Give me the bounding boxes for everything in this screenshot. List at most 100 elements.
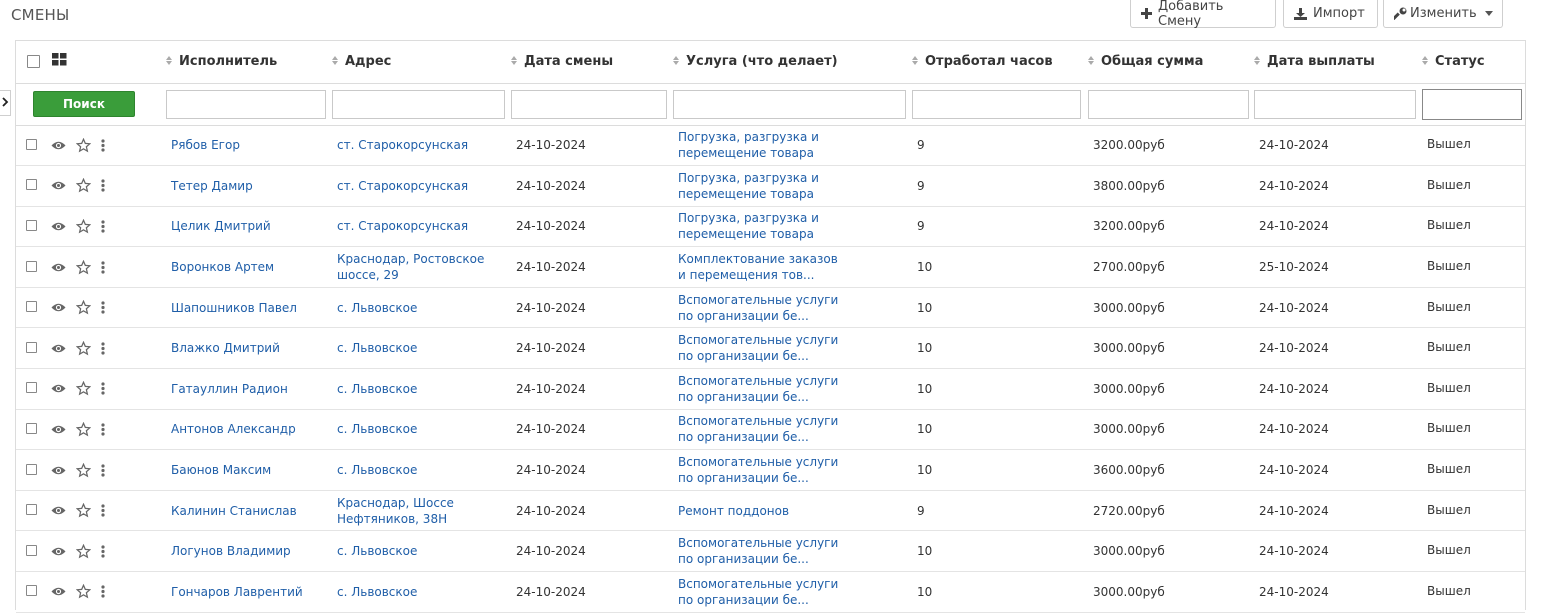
more-vertical-icon[interactable]: [100, 381, 106, 397]
worker-link[interactable]: Рябов Егор: [171, 137, 332, 153]
service-link[interactable]: Вспомогательные услуги по организации бе…: [678, 535, 842, 567]
sidebar-toggle-button[interactable]: [0, 90, 11, 116]
worker-link[interactable]: Тетер Дамир: [171, 178, 332, 194]
filter-worker-input[interactable]: [166, 89, 326, 119]
grid-view-icon[interactable]: [52, 53, 67, 70]
address-link[interactable]: с. Львовское: [337, 584, 489, 600]
star-icon[interactable]: [75, 421, 91, 437]
eye-icon[interactable]: [50, 178, 66, 194]
row-checkbox[interactable]: [26, 504, 37, 516]
eye-icon[interactable]: [50, 300, 66, 316]
more-vertical-icon[interactable]: [100, 421, 106, 437]
more-vertical-icon[interactable]: [100, 300, 106, 316]
row-checkbox[interactable]: [26, 219, 37, 231]
address-link[interactable]: Краснодар, Ростовское шоссе, 29: [337, 251, 489, 283]
row-checkbox[interactable]: [26, 422, 37, 434]
row-checkbox[interactable]: [26, 544, 37, 556]
filter-service-input[interactable]: [673, 89, 906, 119]
service-link[interactable]: Ремонт поддонов: [678, 503, 842, 519]
address-link[interactable]: ст. Старокорсунская: [337, 137, 489, 153]
star-icon[interactable]: [75, 340, 91, 356]
star-icon[interactable]: [75, 462, 91, 478]
service-link[interactable]: Комплектование заказов и перемещения тов…: [678, 251, 842, 283]
star-icon[interactable]: [75, 543, 91, 559]
header-address[interactable]: Адрес: [332, 41, 511, 83]
more-vertical-icon[interactable]: [100, 584, 106, 600]
worker-link[interactable]: Целик Дмитрий: [171, 218, 332, 234]
filter-pay-date-input[interactable]: [1254, 89, 1416, 119]
header-worker[interactable]: Исполнитель: [166, 41, 332, 83]
filter-shift-date-input[interactable]: [511, 89, 667, 119]
more-vertical-icon[interactable]: [100, 178, 106, 194]
more-vertical-icon[interactable]: [100, 218, 106, 234]
worker-link[interactable]: Воронков Артем: [171, 259, 332, 275]
row-checkbox[interactable]: [26, 301, 37, 313]
more-vertical-icon[interactable]: [100, 543, 106, 559]
address-link[interactable]: с. Львовское: [337, 462, 489, 478]
import-button[interactable]: Импорт: [1283, 0, 1378, 28]
star-icon[interactable]: [75, 503, 91, 519]
star-icon[interactable]: [75, 218, 91, 234]
filter-address-input[interactable]: [332, 89, 505, 119]
header-shift-date[interactable]: Дата смены: [511, 41, 673, 83]
service-link[interactable]: Погрузка, разгрузка и перемещение товара: [678, 129, 842, 161]
more-vertical-icon[interactable]: [100, 137, 106, 153]
service-link[interactable]: Вспомогательные услуги по организации бе…: [678, 332, 842, 364]
add-shift-button[interactable]: Добавить Смену: [1130, 0, 1276, 29]
row-checkbox[interactable]: [26, 341, 37, 353]
more-vertical-icon[interactable]: [100, 462, 106, 478]
service-link[interactable]: Погрузка, разгрузка и перемещение товара: [678, 170, 842, 202]
row-checkbox[interactable]: [26, 260, 37, 272]
worker-link[interactable]: Влажко Дмитрий: [171, 340, 332, 356]
header-hours[interactable]: Отработал часов: [912, 41, 1088, 83]
eye-icon[interactable]: [50, 584, 66, 600]
header-pay-date[interactable]: Дата выплаты: [1254, 41, 1422, 83]
worker-link[interactable]: Гатауллин Радион: [171, 381, 332, 397]
search-button[interactable]: Поиск: [33, 91, 135, 117]
star-icon[interactable]: [75, 381, 91, 397]
eye-icon[interactable]: [50, 543, 66, 559]
eye-icon[interactable]: [50, 218, 66, 234]
eye-icon[interactable]: [50, 462, 66, 478]
service-link[interactable]: Погрузка, разгрузка и перемещение товара: [678, 210, 842, 242]
address-link[interactable]: Краснодар, Шоссе Нефтяников, 38Н: [337, 495, 489, 527]
worker-link[interactable]: Антонов Александр: [171, 421, 332, 437]
star-icon[interactable]: [75, 178, 91, 194]
address-link[interactable]: с. Львовское: [337, 340, 489, 356]
more-vertical-icon[interactable]: [100, 340, 106, 356]
filter-status-input[interactable]: [1422, 88, 1522, 120]
address-link[interactable]: с. Львовское: [337, 381, 489, 397]
service-link[interactable]: Вспомогательные услуги по организации бе…: [678, 576, 842, 608]
address-link[interactable]: ст. Старокорсунская: [337, 178, 489, 194]
eye-icon[interactable]: [50, 503, 66, 519]
star-icon[interactable]: [75, 137, 91, 153]
address-link[interactable]: с. Львовское: [337, 543, 489, 559]
star-icon[interactable]: [75, 584, 91, 600]
worker-link[interactable]: Гончаров Лаврентий: [171, 584, 332, 600]
select-all-checkbox[interactable]: [27, 55, 40, 69]
star-icon[interactable]: [75, 300, 91, 316]
worker-link[interactable]: Шапошников Павел: [171, 300, 332, 316]
row-checkbox[interactable]: [26, 463, 37, 475]
header-total-sum[interactable]: Общая сумма: [1088, 41, 1254, 83]
eye-icon[interactable]: [50, 340, 66, 356]
filter-hours-input[interactable]: [912, 89, 1081, 119]
row-checkbox[interactable]: [26, 585, 37, 597]
star-icon[interactable]: [75, 259, 91, 275]
eye-icon[interactable]: [50, 137, 66, 153]
more-vertical-icon[interactable]: [100, 503, 106, 519]
worker-link[interactable]: Логунов Владимир: [171, 543, 332, 559]
row-checkbox[interactable]: [26, 179, 37, 191]
worker-link[interactable]: Баюнов Максим: [171, 462, 332, 478]
edit-dropdown-button[interactable]: Изменить: [1383, 0, 1503, 28]
address-link[interactable]: с. Львовское: [337, 421, 489, 437]
header-service[interactable]: Услуга (что делает): [673, 41, 912, 83]
service-link[interactable]: Вспомогательные услуги по организации бе…: [678, 292, 842, 324]
worker-link[interactable]: Калинин Станислав: [171, 503, 332, 519]
eye-icon[interactable]: [50, 259, 66, 275]
address-link[interactable]: ст. Старокорсунская: [337, 218, 489, 234]
address-link[interactable]: с. Львовское: [337, 300, 489, 316]
eye-icon[interactable]: [50, 421, 66, 437]
more-vertical-icon[interactable]: [100, 259, 106, 275]
service-link[interactable]: Вспомогательные услуги по организации бе…: [678, 454, 842, 486]
